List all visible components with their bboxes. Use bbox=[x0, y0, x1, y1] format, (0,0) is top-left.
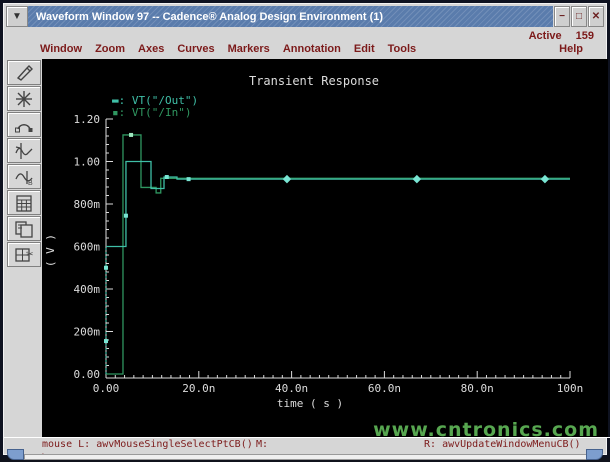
menu-edit[interactable]: Edit bbox=[354, 43, 375, 55]
window-title: Waveform Window 97 -- Cadence® Analog De… bbox=[36, 10, 384, 23]
probe-pen-button[interactable] bbox=[7, 60, 41, 85]
menu-annotation[interactable]: Annotation bbox=[283, 43, 341, 55]
cut-window-icon: ✂ bbox=[15, 247, 34, 262]
mouse-middle-binding: M: bbox=[256, 439, 269, 450]
menu-markers[interactable]: Markers bbox=[228, 43, 270, 55]
calculator-button[interactable] bbox=[7, 190, 41, 215]
y-axis-label: ( V ) bbox=[44, 234, 57, 267]
watermark: www.cntronics.com bbox=[373, 419, 599, 441]
horizontal-scrollbar[interactable] bbox=[24, 454, 594, 460]
marker-arc-button[interactable] bbox=[7, 112, 41, 137]
x-tick-label: 60.0n bbox=[368, 382, 401, 395]
diamond-marker-out[interactable] bbox=[540, 174, 550, 184]
menu-axes[interactable]: Axes bbox=[138, 43, 164, 55]
minimize-icon: − bbox=[559, 11, 565, 22]
waveform-b-icon: B bbox=[15, 170, 33, 187]
x-tick-label: 40.0n bbox=[275, 382, 308, 395]
close-icon: ✕ bbox=[591, 11, 601, 22]
chevron-down-icon: ▼ bbox=[12, 11, 22, 22]
window-frame: ▼ Waveform Window 97 -- Cadence® Analog … bbox=[0, 0, 610, 462]
active-status: Active 159 bbox=[529, 30, 594, 42]
diamond-marker-out[interactable] bbox=[282, 174, 292, 184]
trace-out[interactable] bbox=[106, 160, 570, 248]
maximize-icon: □ bbox=[575, 11, 583, 22]
menu-tools[interactable]: Tools bbox=[388, 43, 417, 55]
calculator-icon bbox=[16, 194, 32, 212]
waveform-b-button[interactable]: B bbox=[7, 164, 41, 189]
close-button[interactable]: ✕ bbox=[588, 6, 604, 27]
trace-in[interactable] bbox=[106, 134, 570, 375]
window-body: ▼ Waveform Window 97 -- Cadence® Analog … bbox=[3, 3, 610, 462]
data-point-marker-in[interactable] bbox=[129, 132, 134, 137]
data-point-marker-out[interactable] bbox=[164, 175, 169, 180]
minimize-button[interactable]: − bbox=[554, 6, 570, 27]
chart-title: Transient Response bbox=[249, 74, 379, 88]
menu-zoom[interactable]: Zoom bbox=[95, 43, 125, 55]
data-point-marker-out[interactable] bbox=[104, 265, 108, 270]
diamond-marker-out[interactable] bbox=[412, 174, 422, 184]
y-tick-label: 0.00 bbox=[74, 368, 101, 381]
probe-pen-icon bbox=[16, 64, 33, 81]
copy-windows-button[interactable] bbox=[7, 216, 41, 241]
x-tick-label: 20.0n bbox=[182, 382, 215, 395]
y-tick-label: 200m bbox=[74, 326, 101, 339]
maximize-button[interactable]: □ bbox=[571, 6, 587, 27]
scrollbar-left-cap[interactable] bbox=[7, 449, 24, 460]
svg-text:✂: ✂ bbox=[26, 249, 34, 259]
data-point-marker-out[interactable] bbox=[186, 177, 191, 182]
y-tick-label: 1.00 bbox=[74, 156, 101, 169]
zoom-star-button[interactable] bbox=[7, 86, 41, 111]
zoom-star-icon bbox=[16, 90, 32, 107]
x-tick-label: 80.0n bbox=[461, 382, 494, 395]
data-point-marker-out[interactable] bbox=[123, 213, 128, 218]
cut-window-button[interactable]: ✂ bbox=[7, 242, 41, 267]
scrollbar-right-cap[interactable] bbox=[586, 449, 603, 460]
svg-text:B: B bbox=[28, 180, 33, 187]
y-tick-label: 400m bbox=[74, 283, 101, 296]
menu-curves[interactable]: Curves bbox=[177, 43, 214, 55]
data-point-marker-out[interactable] bbox=[104, 339, 108, 344]
x-tick-label: 100n bbox=[557, 382, 584, 395]
y-tick-label: 1.20 bbox=[74, 113, 101, 126]
window-menu-button[interactable]: ▼ bbox=[6, 6, 28, 27]
active-label: Active bbox=[528, 30, 562, 42]
menu-window[interactable]: Window bbox=[40, 43, 82, 55]
waveform-axis-button[interactable] bbox=[7, 138, 41, 163]
menu-bar: Window Zoom Axes Curves Markers Annotation Edi… bbox=[40, 43, 596, 58]
active-count: 159 bbox=[575, 30, 594, 42]
marker-arc-icon bbox=[15, 123, 33, 132]
y-tick-label: 600m bbox=[74, 241, 101, 254]
x-tick-label: 0.00 bbox=[93, 382, 120, 395]
titlebar-drag-area[interactable]: Waveform Window 97 -- Cadence® Analog De… bbox=[28, 6, 553, 27]
y-tick-label: 800m bbox=[74, 198, 101, 211]
menu-help[interactable]: Help bbox=[559, 43, 583, 58]
mouse-left-binding: mouse L: awvMouseSingleSelectPtCB() bbox=[42, 439, 253, 450]
legend-entry-in[interactable]: ▪: VT("/In") bbox=[112, 106, 191, 119]
titlebar: ▼ Waveform Window 97 -- Cadence® Analog … bbox=[6, 6, 604, 27]
waveform-axis-icon bbox=[15, 142, 33, 159]
plot-canvas[interactable]: Transient Response 0.00 20.0n 40.0n 60.0n 80.… bbox=[42, 59, 608, 437]
x-axis-label: time ( s ) bbox=[277, 397, 343, 410]
copy-windows-icon bbox=[15, 220, 33, 238]
tool-palette: B ✂ bbox=[7, 60, 42, 268]
